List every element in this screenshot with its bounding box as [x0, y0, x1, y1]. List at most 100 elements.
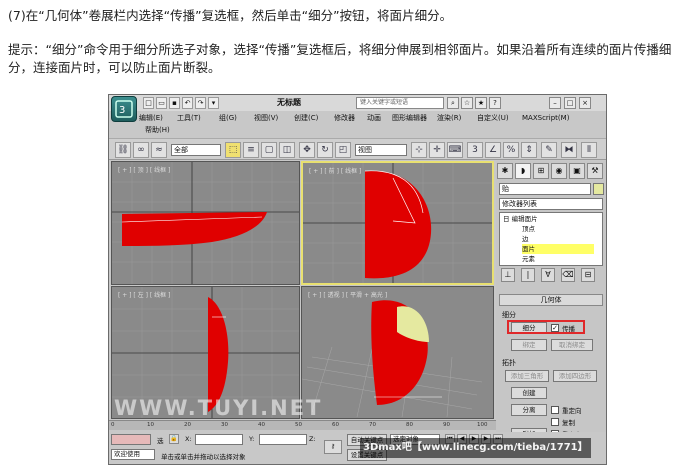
status-prompt: 单击或单击并拖动以选择对象	[161, 453, 246, 461]
modify-tab-icon[interactable]: ◗	[515, 163, 531, 179]
menu-views[interactable]: 视图(V)	[254, 112, 278, 124]
display-tab-icon[interactable]: ▣	[569, 163, 585, 179]
unbind-button[interactable]: 取消绑定	[551, 339, 593, 351]
stack-item-edge[interactable]: 边	[522, 234, 606, 244]
make-unique-icon[interactable]: ∀	[541, 268, 555, 282]
keyboard-shortcut-icon[interactable]: ⌨	[447, 142, 463, 158]
search-input[interactable]: 键入关键字或短语	[356, 97, 444, 109]
save-file-icon[interactable]: ▪	[169, 97, 180, 109]
z-coord-label: Z:	[309, 435, 316, 443]
star-icon[interactable]: ★	[475, 97, 487, 109]
menu-graph-editors[interactable]: 图形编辑器	[392, 112, 427, 124]
instruction-step: (7)在“几何体”卷展栏内选择“传播”复选框，然后单击“细分”按钮，将面片细分。	[8, 8, 453, 23]
percent-snap-icon[interactable]: %	[503, 142, 519, 158]
timeline-tick: 60	[332, 422, 339, 428]
angle-snap-icon[interactable]: ∠	[485, 142, 501, 158]
y-coord-input[interactable]	[259, 434, 307, 445]
hierarchy-tab-icon[interactable]: ⊞	[533, 163, 549, 179]
motion-tab-icon[interactable]: ◉	[551, 163, 567, 179]
minimize-icon[interactable]: –	[549, 97, 561, 109]
pin-stack-icon[interactable]: ⊥	[501, 268, 515, 282]
bind-button[interactable]: 绑定	[511, 339, 547, 351]
named-selection-icon[interactable]: ✎	[541, 142, 557, 158]
x-coord-input[interactable]	[195, 434, 243, 445]
move-icon[interactable]: ✥	[299, 142, 315, 158]
highlight-callout-box	[507, 320, 585, 334]
menu-edit[interactable]: 编辑(E)	[139, 112, 163, 124]
object-name-input[interactable]: 贻	[499, 183, 591, 195]
command-panel: ✱ ◗ ⊞ ◉ ▣ ⚒ 贻 修改器列表 日 编辑面片 顶点 边 面片 元素 ⊥ …	[496, 161, 606, 441]
stack-item-patch[interactable]: 面片	[522, 244, 594, 254]
menu-modifiers[interactable]: 修改器	[334, 112, 355, 124]
lock-selection-icon[interactable]: 🔒	[169, 434, 179, 444]
menu-animation[interactable]: 动画	[367, 112, 381, 124]
utilities-tab-icon[interactable]: ⚒	[587, 163, 603, 179]
selection-filter-dropdown[interactable]: 全部	[171, 144, 221, 156]
stack-item-edit-patch[interactable]: 日 编辑面片	[503, 214, 598, 224]
redo-icon[interactable]: ↷	[195, 97, 206, 109]
copy-checkbox[interactable]	[551, 418, 559, 426]
add-triangle-button[interactable]: 添加三角形	[505, 370, 549, 382]
project-icon[interactable]: ▾	[208, 97, 219, 109]
timeline-tick: 70	[369, 422, 376, 428]
stack-item-element[interactable]: 元素	[522, 254, 606, 264]
show-end-result-icon[interactable]: |	[521, 268, 535, 282]
timeline-tick: 10	[147, 422, 154, 428]
select-by-name-icon[interactable]: ≡	[243, 142, 259, 158]
create-tab-icon[interactable]: ✱	[497, 163, 513, 179]
watermark-forum: 3Dmax吧【www.linecg.com/tieba/1771】	[360, 438, 591, 458]
open-file-icon[interactable]: ▭	[156, 97, 167, 109]
close-icon[interactable]: ×	[579, 97, 591, 109]
mirror-icon[interactable]: ⧓	[561, 142, 577, 158]
configure-sets-icon[interactable]: ⊟	[581, 268, 595, 282]
pivot-icon[interactable]: ⊹	[411, 142, 427, 158]
menu-customize[interactable]: 自定义(U)	[477, 112, 509, 124]
menu-create[interactable]: 创建(C)	[294, 112, 318, 124]
object-color-swatch[interactable]	[593, 183, 604, 195]
stack-item-vertex[interactable]: 顶点	[522, 224, 606, 234]
subscription-icon[interactable]: ☆	[461, 97, 473, 109]
help-icon[interactable]: ?	[489, 97, 501, 109]
modifier-list-dropdown[interactable]: 修改器列表	[499, 198, 603, 210]
menu-group[interactable]: 组(G)	[219, 112, 237, 124]
viewport-front[interactable]: [ + ] [ 前 ] [ 线框 ]	[301, 161, 494, 285]
menu-help[interactable]: 帮助(H)	[145, 124, 170, 136]
modifier-stack: 日 编辑面片 顶点 边 面片 元素	[499, 212, 603, 266]
reorient-checkbox[interactable]	[551, 406, 559, 414]
window-crossing-icon[interactable]: ◫	[279, 142, 295, 158]
menu-maxscript[interactable]: MAXScript(M)	[522, 112, 569, 124]
viewport-perspective[interactable]: [ + ] [ 透视 ] [ 平滑 + 高光 ]	[301, 286, 494, 419]
viewport-perspective-label: [ + ] [ 透视 ] [ 平滑 + 高光 ]	[308, 292, 388, 299]
detach-button[interactable]: 分离	[511, 404, 547, 416]
menu-rendering[interactable]: 渲染(R)	[437, 112, 461, 124]
timeline-ruler[interactable]: 0 10 20 30 40 50 60 70 80 90 100	[109, 420, 496, 430]
scale-icon[interactable]: ◰	[335, 142, 351, 158]
key-icon[interactable]: ⚷	[324, 440, 342, 454]
remove-modifier-icon[interactable]: ⌫	[561, 268, 575, 282]
shell-shape-front	[365, 170, 432, 279]
maximize-icon[interactable]: □	[564, 97, 576, 109]
geometry-rollout-header[interactable]: 几何体	[499, 294, 603, 306]
window-title: 无标题	[277, 98, 301, 107]
viewport-top[interactable]: [ + ] [ 顶 ] [ 线框 ]	[111, 161, 300, 285]
add-quad-button[interactable]: 添加四边形	[553, 370, 597, 382]
align-icon[interactable]: ⫴	[581, 142, 597, 158]
spinner-snap-icon[interactable]: ⇕	[521, 142, 537, 158]
rotate-icon[interactable]: ↻	[317, 142, 333, 158]
bind-warp-icon[interactable]: ≈	[151, 142, 167, 158]
binoculars-icon[interactable]: ⌕	[447, 97, 459, 109]
menu-tools[interactable]: 工具(T)	[177, 112, 201, 124]
select-object-icon[interactable]: ⬚	[225, 142, 241, 158]
unlink-icon[interactable]: ∞	[133, 142, 149, 158]
create-button[interactable]: 创建	[511, 387, 547, 399]
link-icon[interactable]: ⛓	[115, 142, 131, 158]
select-manipulate-icon[interactable]: ✛	[429, 142, 445, 158]
maxscript-listener-field[interactable]	[111, 434, 151, 445]
ref-coord-dropdown[interactable]: 视图	[355, 144, 407, 156]
region-select-icon[interactable]: ▢	[261, 142, 277, 158]
new-file-icon[interactable]: □	[143, 97, 154, 109]
app-logo-icon[interactable]: 3	[111, 96, 137, 122]
undo-icon[interactable]: ↶	[182, 97, 193, 109]
menu-bar: 编辑(E) 工具(T) 组(G) 视图(V) 创建(C) 修改器 动画 图形编辑…	[139, 112, 606, 124]
snap-toggle-icon[interactable]: 3	[467, 142, 483, 158]
